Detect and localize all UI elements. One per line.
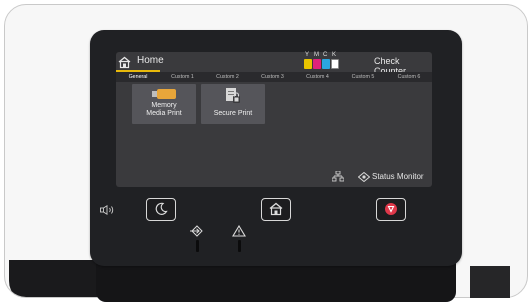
home-button[interactable]	[261, 198, 291, 221]
volume-icon	[100, 205, 114, 215]
top-bar: Home Y M C K Check Counter	[116, 52, 432, 76]
error-indicator-icon	[232, 225, 246, 237]
toner-bar-y	[304, 59, 312, 69]
printer-stand	[470, 266, 510, 298]
toner-bar-k	[331, 59, 339, 69]
tab-custom-4[interactable]: Custom 4	[295, 72, 340, 82]
tab-custom-5[interactable]: Custom 5	[340, 72, 386, 82]
toner-letter-c: C	[323, 52, 328, 58]
secure-print-icon	[226, 88, 240, 103]
toner-bar-c	[322, 59, 330, 69]
home-title: Home	[137, 55, 164, 66]
toner-level-indicator[interactable]: Y M C K	[304, 52, 344, 70]
toner-letter-k: K	[332, 52, 337, 58]
usb-memory-icon	[152, 89, 176, 99]
touch-screen: Home Y M C K Check Counter General Custo…	[116, 52, 432, 187]
memory-media-print-tile[interactable]: Memory Media Print	[132, 84, 196, 124]
tab-general[interactable]: General	[116, 72, 160, 82]
error-led	[238, 240, 241, 252]
data-indicator-icon	[190, 225, 203, 237]
status-monitor-button[interactable]: Status Monitor	[372, 172, 424, 181]
home-icon[interactable]	[118, 56, 131, 69]
tab-custom-1[interactable]: Custom 1	[160, 72, 205, 82]
moon-icon	[155, 202, 168, 215]
toner-bar-m	[313, 59, 321, 69]
toner-letter-y: Y	[305, 52, 310, 58]
tab-custom-3[interactable]: Custom 3	[250, 72, 295, 82]
energy-saver-button[interactable]	[146, 198, 176, 221]
toner-letter-m: M	[314, 52, 319, 58]
tab-custom-6[interactable]: Custom 6	[386, 72, 432, 82]
tile-label-memory: Memory	[151, 102, 177, 109]
network-icon	[332, 171, 344, 182]
tile-label-media-print: Media Print	[146, 110, 182, 117]
stop-icon	[385, 203, 397, 215]
tab-bar: General Custom 1 Custom 2 Custom 3 Custo…	[116, 72, 432, 82]
tile-label-secure-print: Secure Print	[213, 110, 253, 117]
stop-button[interactable]	[376, 198, 406, 221]
secure-print-tile[interactable]: Secure Print	[201, 84, 265, 124]
tab-custom-2[interactable]: Custom 2	[205, 72, 250, 82]
data-led	[196, 240, 199, 252]
status-monitor-icon[interactable]	[358, 172, 370, 182]
printer-body-left	[9, 260, 101, 297]
home-icon	[269, 202, 283, 216]
